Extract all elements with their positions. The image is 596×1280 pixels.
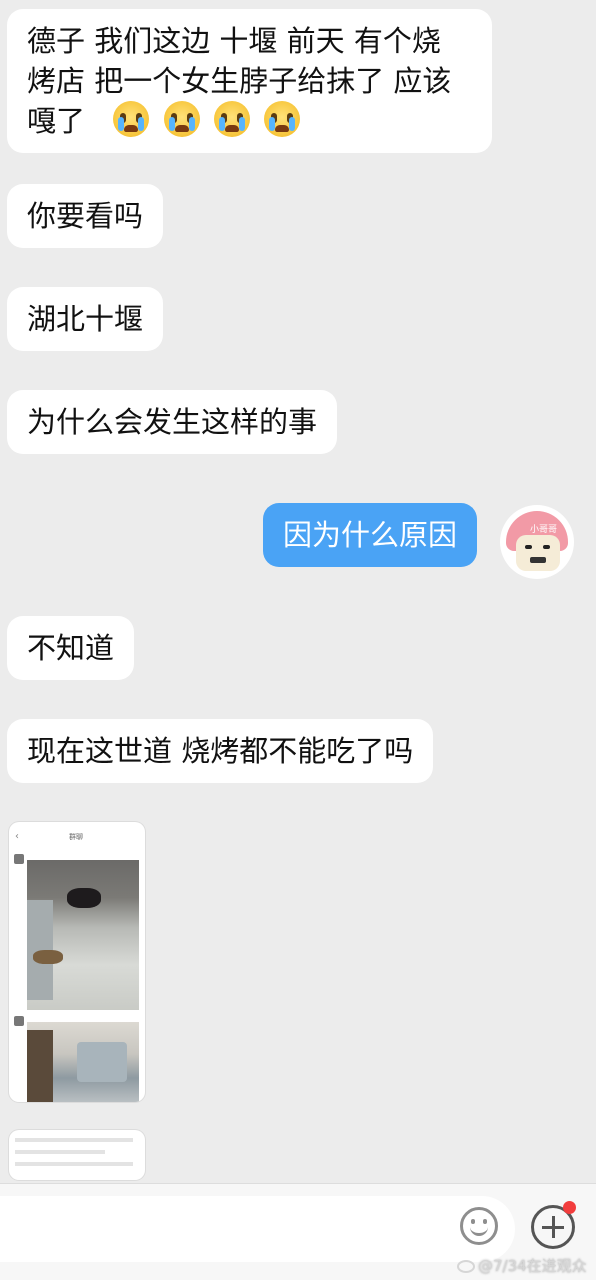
message-text: 不知道 bbox=[27, 631, 115, 665]
crying-face-emoji-icon bbox=[213, 101, 250, 137]
photo bbox=[27, 1022, 139, 1102]
message-bubble[interactable]: 为什么会发生这样的事 bbox=[7, 390, 338, 454]
message-bubble[interactable]: 现在这世道 烧烤都不能吃了吗 bbox=[7, 719, 434, 783]
list-item bbox=[15, 1138, 133, 1142]
smile-icon[interactable] bbox=[460, 1207, 498, 1245]
sent-message-bubble[interactable]: 因为什么原因 bbox=[263, 503, 478, 567]
message-text: 你要看吗 bbox=[27, 199, 144, 233]
list-item bbox=[15, 1150, 105, 1154]
avatar bbox=[14, 1016, 24, 1026]
crying-face-emoji-icon bbox=[113, 101, 150, 137]
notification-dot bbox=[563, 1201, 576, 1214]
message-bubble[interactable]: 不知道 bbox=[7, 616, 135, 680]
message-text: 为什么会发生这样的事 bbox=[27, 405, 318, 439]
list-item bbox=[15, 1162, 133, 1166]
message-line: 烤店 把一个女生脖子给抹了 应该 bbox=[27, 64, 452, 98]
screenshot-title: 群聊 bbox=[69, 833, 83, 841]
weibo-icon bbox=[457, 1260, 475, 1273]
message-text: 现在这世道 烧烤都不能吃了吗 bbox=[27, 734, 414, 768]
message-line: 嘎了 bbox=[27, 101, 472, 141]
message-bubble[interactable]: 湖北十堰 bbox=[7, 287, 164, 351]
image-message[interactable]: 群聊 ‹ bbox=[9, 822, 145, 1102]
image-message[interactable] bbox=[9, 1130, 145, 1180]
message-text: 因为什么原因 bbox=[283, 518, 458, 552]
message-input[interactable] bbox=[0, 1196, 515, 1262]
message-bubble[interactable]: 德子 我们这边 十堰 前天 有个烧 烤店 把一个女生脖子给抹了 应该 嘎了 bbox=[7, 9, 492, 153]
avatar bbox=[14, 854, 24, 864]
back-arrow-icon: ‹ bbox=[15, 831, 19, 842]
face-icon bbox=[516, 535, 560, 571]
message-bubble[interactable]: 你要看吗 bbox=[7, 184, 164, 248]
message-text: 湖北十堰 bbox=[27, 302, 144, 336]
crying-face-emoji-icon bbox=[264, 101, 301, 137]
watermark: @7/34在进观众 bbox=[457, 1255, 587, 1276]
crying-face-emoji-icon bbox=[163, 101, 200, 137]
avatar[interactable]: 小哥哥 bbox=[500, 505, 574, 579]
message-line: 德子 我们这边 十堰 前天 有个烧 bbox=[27, 24, 441, 58]
photo bbox=[27, 860, 139, 1010]
